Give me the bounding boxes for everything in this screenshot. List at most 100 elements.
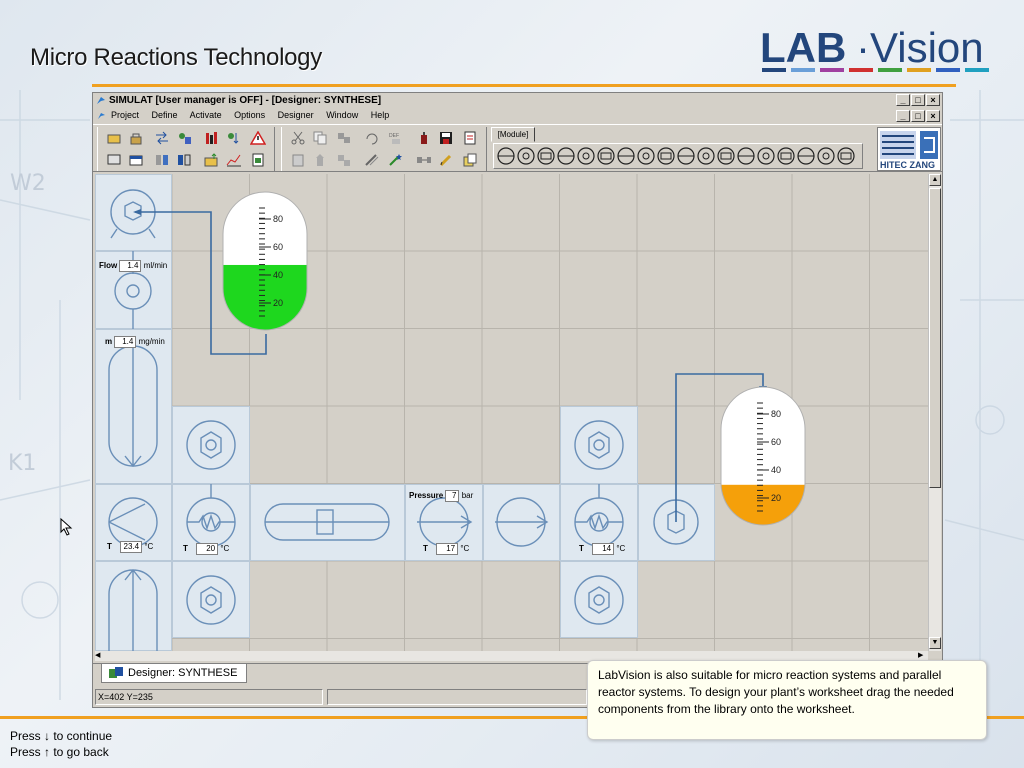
module-library-icon[interactable]	[597, 147, 615, 165]
pencil-icon[interactable]	[436, 151, 456, 169]
flow-value[interactable]: 1.4	[119, 260, 142, 272]
user-settings-icon[interactable]	[174, 129, 194, 147]
module-library-icon[interactable]	[817, 147, 835, 165]
menu-options[interactable]: Options	[234, 110, 265, 120]
export-icon[interactable]	[174, 151, 194, 169]
bottle-icon[interactable]	[414, 129, 434, 147]
module-tab[interactable]: [Module]	[491, 127, 535, 142]
menu-designer[interactable]: Designer	[278, 110, 314, 120]
pressure-value[interactable]: 7	[445, 490, 460, 502]
menu-define[interactable]: Define	[152, 110, 178, 120]
designer-worksheet[interactable]: 80 60 40 20 80 60 40 20 Flow 1.4 ml/min m 1.4 …	[95, 174, 928, 651]
module-library-icon[interactable]	[557, 147, 575, 165]
move-up-icon[interactable]	[310, 151, 330, 169]
close-button[interactable]: ×	[926, 94, 940, 106]
module-library-icon[interactable]	[757, 147, 775, 165]
warning-icon[interactable]	[248, 129, 268, 147]
lock-icon[interactable]	[126, 129, 146, 147]
user-sort-icon[interactable]	[224, 129, 244, 147]
child-maximize-button[interactable]: □	[911, 110, 925, 122]
temp-value-4[interactable]: 14	[592, 543, 615, 555]
copy-icon[interactable]	[310, 129, 330, 147]
vertical-scrollbar[interactable]: ▲ ▼	[928, 174, 941, 651]
window-titlebar[interactable]: SIMULAT [User manager is OFF] - [Designe…	[93, 93, 942, 108]
library-icon[interactable]	[460, 151, 480, 169]
temp-unit-1: °C	[144, 542, 154, 551]
menu-window[interactable]: Window	[326, 110, 358, 120]
tab-designer-synthese[interactable]: Designer: SYNTHESE	[101, 664, 247, 683]
module-library-icon[interactable]	[737, 147, 755, 165]
flow-label-group: Flow 1.4 ml/min	[99, 260, 167, 272]
tank-green-scale-label: 80	[273, 214, 283, 224]
labvision-logo-graphic: LAB ·Vision	[760, 24, 989, 72]
module-library-icon[interactable]	[657, 147, 675, 165]
screen-icon[interactable]	[104, 151, 124, 169]
import-icon[interactable]	[152, 151, 172, 169]
document-icon[interactable]	[460, 129, 480, 147]
child-minimize-button[interactable]: _	[896, 110, 910, 122]
temp-value-3[interactable]: 17	[436, 543, 459, 555]
module-library-icon[interactable]	[637, 147, 655, 165]
tank-orange-scale-label: 60	[771, 437, 781, 447]
scroll-down-icon[interactable]: ▼	[929, 637, 941, 649]
window-icon[interactable]	[126, 151, 146, 169]
simulat-app-icon	[97, 97, 105, 104]
status-coordinates: X=402 Y=235	[95, 689, 323, 705]
menu-project[interactable]: Project	[111, 110, 139, 120]
module-library-icon[interactable]	[837, 147, 855, 165]
report-icon[interactable]	[248, 151, 268, 169]
open-project-icon[interactable]	[104, 129, 124, 147]
module-library-icon[interactable]	[717, 147, 735, 165]
menu-help[interactable]: Help	[371, 110, 390, 120]
rotate-icon[interactable]	[362, 129, 382, 147]
logo-bar	[936, 68, 960, 72]
module-library-icon[interactable]	[577, 147, 595, 165]
logo-bar	[791, 68, 815, 72]
scroll-thumb[interactable]	[929, 188, 941, 488]
cut-icon[interactable]	[288, 129, 308, 147]
pressure-label-group: Pressure 7 bar	[409, 490, 473, 502]
mass-value[interactable]: 1.4	[114, 336, 137, 348]
module-library-icon[interactable]	[677, 147, 695, 165]
tools-icon[interactable]	[362, 151, 382, 169]
menu-activate[interactable]: Activate	[190, 110, 222, 120]
transfer-icon[interactable]	[152, 129, 172, 147]
temp-unit-2: °C	[220, 544, 230, 553]
bar-chart-icon[interactable]	[202, 129, 222, 147]
pressure-label: Pressure	[409, 491, 444, 500]
align-icon[interactable]	[334, 151, 354, 169]
logo-bar	[965, 68, 989, 72]
svg-text:·Vision: ·Vision	[856, 24, 984, 71]
paste-icon[interactable]	[288, 151, 308, 169]
connect-icon[interactable]	[414, 151, 434, 169]
logo-bar	[907, 68, 931, 72]
mass-label: m	[105, 337, 113, 346]
module-library-icon[interactable]	[517, 147, 535, 165]
scroll-up-icon[interactable]: ▲	[929, 174, 941, 186]
tank-green-scale-label: 20	[273, 298, 283, 308]
module-library-icon[interactable]	[697, 147, 715, 165]
svg-text:W2: W2	[10, 171, 46, 196]
save-icon[interactable]	[436, 129, 456, 147]
temp-value-2[interactable]: 20	[196, 543, 219, 555]
folder-up-icon[interactable]	[202, 151, 222, 169]
module-library-icon[interactable]	[777, 147, 795, 165]
minimize-button[interactable]: _	[896, 94, 910, 106]
child-close-button[interactable]: ×	[926, 110, 940, 122]
tank-orange-scale-label: 20	[771, 493, 781, 503]
module-library-icon[interactable]	[797, 147, 815, 165]
scroll-left-icon[interactable]: ◀	[95, 651, 105, 661]
designer-tab-icon	[109, 667, 123, 678]
nav-back: Press ↑ to go back	[10, 745, 109, 759]
trend-chart-icon[interactable]	[224, 151, 244, 169]
wizard-icon[interactable]	[386, 151, 406, 169]
top-rule	[92, 84, 956, 87]
module-library-icon[interactable]	[497, 147, 515, 165]
maximize-button[interactable]: □	[911, 94, 925, 106]
temp-value-1[interactable]: 23.4	[120, 541, 143, 553]
labvision-logo: LAB ·Vision	[760, 18, 1000, 74]
module-library-icon[interactable]	[617, 147, 635, 165]
duplicate-icon[interactable]	[334, 129, 354, 147]
definition-icon[interactable]: DEF	[386, 129, 406, 147]
module-library-icon[interactable]	[537, 147, 555, 165]
